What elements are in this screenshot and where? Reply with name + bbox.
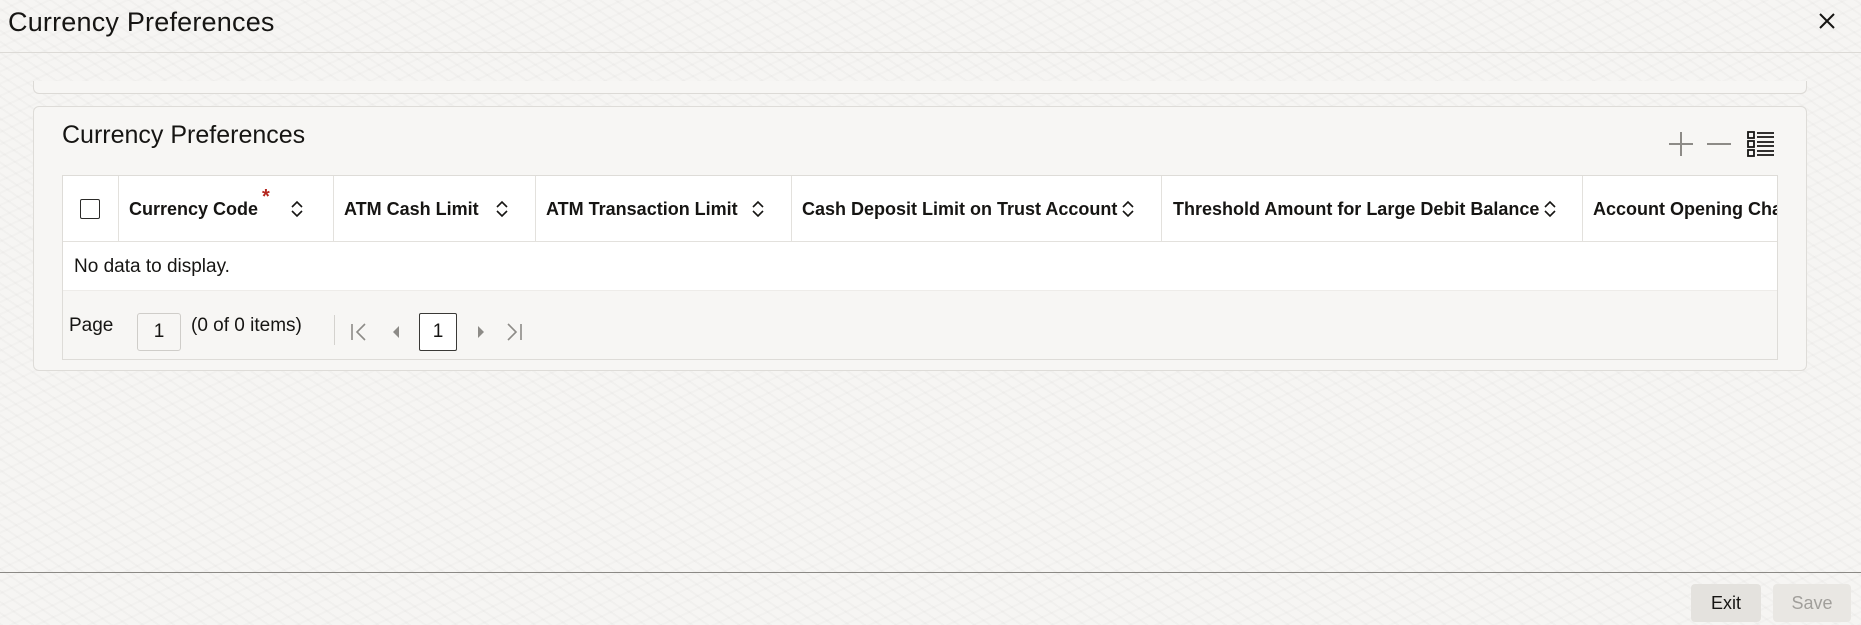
close-icon (1819, 13, 1835, 29)
column-currency-code[interactable]: Currency Code * (119, 176, 334, 242)
first-page-icon (351, 323, 366, 341)
column-atm-cash-limit[interactable]: ATM Cash Limit (334, 176, 536, 242)
column-atm-transaction-limit[interactable]: ATM Transaction Limit (536, 176, 792, 242)
window-title-bar: Currency Preferences (0, 0, 1861, 53)
column-label: ATM Cash Limit (344, 198, 479, 219)
first-page-button[interactable] (346, 319, 372, 345)
column-label: ATM Transaction Limit (546, 198, 738, 219)
required-indicator: * (262, 186, 270, 208)
item-count: (0 of 0 items) (191, 315, 302, 336)
sort-icon[interactable] (289, 199, 305, 219)
sort-icon[interactable] (1120, 199, 1136, 219)
previous-page-icon (393, 326, 399, 338)
currency-preferences-grid: Currency Code * ATM Cash Limit ATM Trans… (62, 175, 1778, 360)
current-page-indicator[interactable]: 1 (419, 313, 457, 351)
minus-icon (1707, 143, 1731, 145)
column-label: Currency Code (129, 198, 259, 219)
plus-icon (1669, 132, 1693, 156)
pager-divider (334, 315, 335, 345)
column-account-opening-charge[interactable]: Account Opening Char (1583, 176, 1778, 242)
sort-icon[interactable] (1542, 199, 1558, 219)
collapsed-section-strip (33, 81, 1807, 94)
column-label: Cash Deposit Limit on Trust Account (802, 198, 1118, 219)
select-all-column (63, 176, 119, 242)
next-page-icon (478, 326, 484, 338)
close-button[interactable] (1814, 8, 1840, 34)
single-record-view-button[interactable] (1746, 129, 1776, 159)
column-threshold-large-debit[interactable]: Threshold Amount for Large Debit Balance (1162, 176, 1583, 242)
last-page-button[interactable] (501, 319, 527, 345)
section-title: Currency Preferences (62, 121, 306, 149)
pagination-bar: Page (0 of 0 items) 1 (63, 290, 1777, 359)
grid-header: Currency Code * ATM Cash Limit ATM Trans… (63, 176, 1778, 242)
add-row-button[interactable] (1666, 129, 1696, 159)
last-page-icon (507, 323, 522, 341)
save-button[interactable]: Save (1773, 584, 1851, 622)
list-view-icon (1747, 131, 1774, 157)
column-cash-deposit-limit-trust[interactable]: Cash Deposit Limit on Trust Account (792, 176, 1162, 242)
grid-toolbar (1666, 129, 1794, 161)
column-label: Threshold Amount for Large Debit Balance (1173, 198, 1540, 219)
window-title: Currency Preferences (8, 7, 275, 37)
empty-grid-message: No data to display. (74, 256, 230, 277)
sort-icon[interactable] (494, 199, 510, 219)
page-label: Page (69, 315, 114, 336)
sort-icon[interactable] (750, 199, 766, 219)
column-label: Account Opening Char (1593, 198, 1778, 219)
next-page-button[interactable] (468, 319, 494, 345)
exit-button[interactable]: Exit (1691, 584, 1761, 622)
previous-page-button[interactable] (383, 319, 409, 345)
remove-row-button[interactable] (1704, 129, 1734, 159)
currency-preferences-panel: Currency Preferences Currency Code * ATM… (33, 106, 1807, 371)
select-all-checkbox[interactable] (80, 199, 100, 219)
footer-bar: Exit Save (0, 572, 1861, 625)
page-number-input[interactable] (137, 313, 181, 351)
